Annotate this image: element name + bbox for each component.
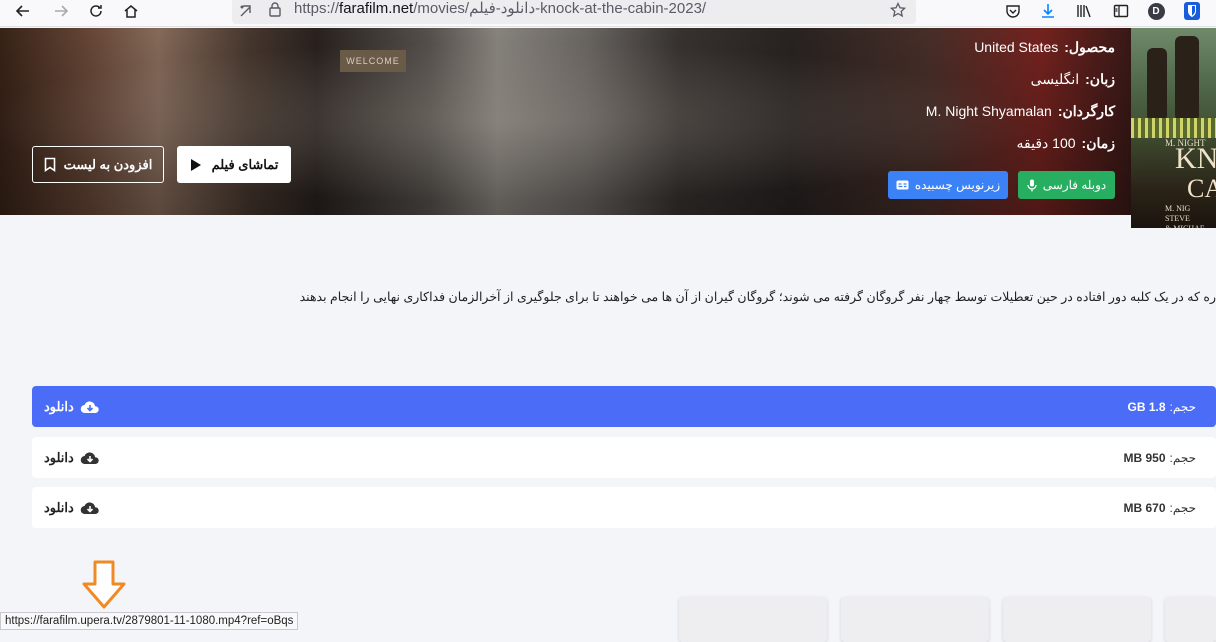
info-country: محصول: United States xyxy=(974,39,1115,56)
poster-title-line: KNOCK xyxy=(1175,142,1216,175)
down-arrow-annotation-icon xyxy=(82,560,126,609)
page-info-icon[interactable] xyxy=(238,2,254,18)
sidebar-icon xyxy=(1113,4,1129,18)
add-to-list-button[interactable]: افزودن به لیست xyxy=(32,146,164,183)
link-status-bar: https://farafilm.upera.tv/2879801-11-108… xyxy=(0,612,299,630)
shield-icon xyxy=(1184,2,1200,20)
watch-movie-label: تماشای فیلم xyxy=(211,156,279,172)
download-label: دانلود xyxy=(44,398,74,414)
account-button[interactable]: D xyxy=(1145,0,1167,22)
download-size: حجم: 1.8 GB xyxy=(1127,386,1196,427)
download-button[interactable]: دانلود xyxy=(44,487,100,528)
url-path: /movies/دانلود-فیلم-knock-at-the-cabin-2… xyxy=(413,0,707,17)
size-label: حجم: xyxy=(1169,450,1196,465)
download-row-720[interactable]: دانلود حجم: 950 MB xyxy=(32,437,1216,478)
info-value: United States xyxy=(974,39,1059,55)
bookmark-star-icon[interactable] xyxy=(890,2,906,18)
info-director: کارگردان: M. Night Shyamalan xyxy=(926,103,1115,120)
movie-poster[interactable]: M. NIGHT KNOCK CA M. NIG STEVE & MICHAE xyxy=(1131,28,1216,228)
info-value: 100 دقیقه xyxy=(1016,135,1076,151)
download-label: دانلود xyxy=(44,449,74,465)
avatar: D xyxy=(1147,2,1165,20)
size-label: حجم: xyxy=(1169,399,1196,414)
hardsub-badge: زیرنویس چسبیده xyxy=(888,171,1008,199)
sidebar-button[interactable] xyxy=(1110,0,1132,22)
info-label: کارگردان: xyxy=(1057,103,1115,119)
downloads-button[interactable] xyxy=(1037,0,1059,22)
download-button[interactable]: دانلود xyxy=(44,437,100,478)
home-icon xyxy=(124,5,138,18)
info-label: محصول: xyxy=(1064,39,1115,55)
persian-dub-badge: دوبله فارسی xyxy=(1018,171,1115,199)
add-to-list-label: افزودن به لیست xyxy=(63,156,153,172)
lock-icon[interactable] xyxy=(268,1,282,17)
browser-toolbar: https://farafilm.net/movies/دانلود-فیلم-… xyxy=(0,0,1216,27)
address-bar[interactable]: https://farafilm.net/movies/دانلود-فیلم-… xyxy=(232,0,916,24)
persian-dub-label: دوبله فارسی xyxy=(1042,178,1107,192)
reload-button[interactable] xyxy=(85,0,107,22)
download-size: حجم: 670 MB xyxy=(1123,487,1196,528)
poster-credits: M. NIG STEVE & MICHAE xyxy=(1165,204,1205,228)
bitwarden-extension-button[interactable] xyxy=(1181,0,1203,22)
back-arrow-icon xyxy=(15,5,29,17)
hardsub-label: زیرنویس چسبیده xyxy=(914,178,1001,192)
subtitles-icon xyxy=(896,180,909,190)
reload-icon xyxy=(90,5,102,17)
size-label: حجم: xyxy=(1169,500,1196,515)
related-movie-card[interactable] xyxy=(841,597,989,642)
url-text[interactable]: https://farafilm.net/movies/دانلود-فیلم-… xyxy=(294,0,706,17)
download-row-480[interactable]: دانلود حجم: 670 MB xyxy=(32,487,1216,528)
poster-figure xyxy=(1175,36,1199,118)
watch-movie-button[interactable]: تماشای فیلم xyxy=(177,146,291,183)
bookmark-icon xyxy=(44,157,55,172)
movie-description: ره که در یک کلبه دور افتاده در حین تعطیل… xyxy=(299,290,1216,304)
poster-figure xyxy=(1147,48,1167,118)
related-movie-card[interactable] xyxy=(1003,597,1151,642)
forward-arrow-icon xyxy=(55,5,69,17)
download-button[interactable]: دانلود xyxy=(44,386,100,427)
info-value: انگلیسی xyxy=(1030,71,1080,87)
download-arrow-icon xyxy=(1042,4,1054,18)
size-value: 950 MB xyxy=(1123,450,1166,465)
info-label: زبان: xyxy=(1085,71,1115,87)
url-domain: farafilm.net xyxy=(339,0,414,17)
download-row-1080[interactable]: دانلود حجم: 1.8 GB xyxy=(32,386,1216,427)
scene-sign: WELCOME xyxy=(340,50,406,72)
home-button[interactable] xyxy=(120,0,142,22)
pocket-button[interactable] xyxy=(1002,0,1024,22)
info-runtime: زمان: 100 دقیقه xyxy=(1017,135,1115,152)
cloud-download-icon xyxy=(80,400,99,413)
play-icon xyxy=(190,158,201,171)
back-button[interactable] xyxy=(12,0,34,22)
size-value: 670 MB xyxy=(1123,500,1166,515)
related-movie-card[interactable] xyxy=(679,597,827,642)
download-size: حجم: 950 MB xyxy=(1123,437,1196,478)
library-button[interactable] xyxy=(1073,0,1095,22)
url-prefix: https:// xyxy=(294,0,340,17)
related-movie-card[interactable] xyxy=(1165,597,1216,642)
info-label: زمان: xyxy=(1081,135,1115,151)
download-label: دانلود xyxy=(44,499,74,515)
info-value: M. Night Shyamalan xyxy=(925,103,1052,119)
microphone-icon xyxy=(1027,179,1037,191)
library-icon xyxy=(1077,5,1091,18)
pocket-icon xyxy=(1006,5,1020,18)
size-value: 1.8 GB xyxy=(1127,399,1166,414)
info-language: زبان: انگلیسی xyxy=(1031,71,1115,88)
poster-field xyxy=(1131,118,1216,138)
forward-button[interactable] xyxy=(50,0,72,22)
cloud-download-icon xyxy=(80,451,99,464)
poster-title-line: CA xyxy=(1187,174,1216,203)
cloud-download-icon xyxy=(80,501,99,514)
